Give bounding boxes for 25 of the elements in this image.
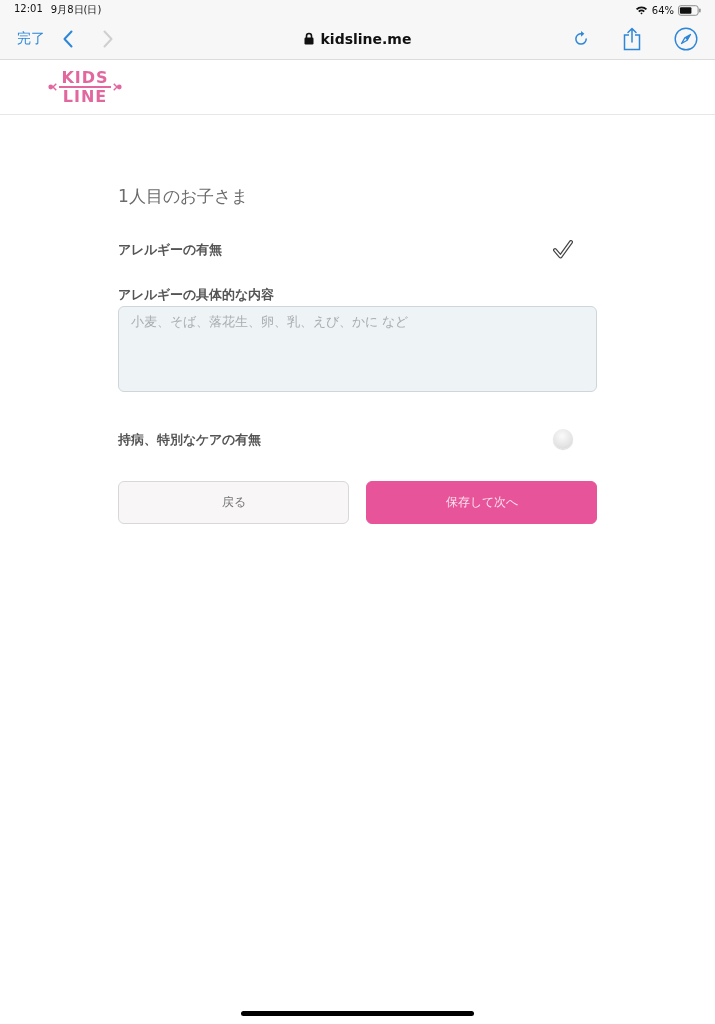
compass-icon[interactable] (674, 26, 698, 51)
logo-text: LINE (62, 88, 108, 105)
checkbox-icon[interactable] (553, 429, 573, 449)
lock-icon (303, 32, 314, 45)
save-next-button[interactable]: 保存して次へ (366, 481, 597, 524)
wifi-icon (634, 5, 648, 15)
address-text[interactable]: kidsline.me (320, 30, 412, 47)
status-date: 9月8日(日) (50, 3, 102, 17)
status-time: 12:01 (14, 3, 43, 16)
checkmark-icon[interactable] (553, 239, 573, 259)
allergy-details-field[interactable]: 小麦、そば、落花生、卵、乳、えび、かに など (118, 306, 597, 392)
field-label: アレルギーの具体的な内容 (118, 286, 274, 303)
logo-left-arrow-icon (48, 82, 59, 92)
done-button[interactable]: 完了 (17, 29, 45, 48)
share-icon[interactable] (623, 26, 641, 51)
back-chevron-icon[interactable] (63, 29, 73, 48)
battery-icon (678, 4, 701, 16)
logo-right-arrow-icon (111, 82, 122, 92)
reload-icon[interactable] (574, 30, 589, 47)
battery-percent: 64% (651, 4, 674, 16)
form-heading: 1人目のお子さま (118, 185, 248, 207)
logo-text: KIDS (61, 69, 109, 86)
back-button[interactable]: 戻る (118, 481, 349, 524)
field-label: 持病、特別なケアの有無 (118, 430, 261, 448)
field-label: アレルギーの有無 (118, 240, 222, 258)
